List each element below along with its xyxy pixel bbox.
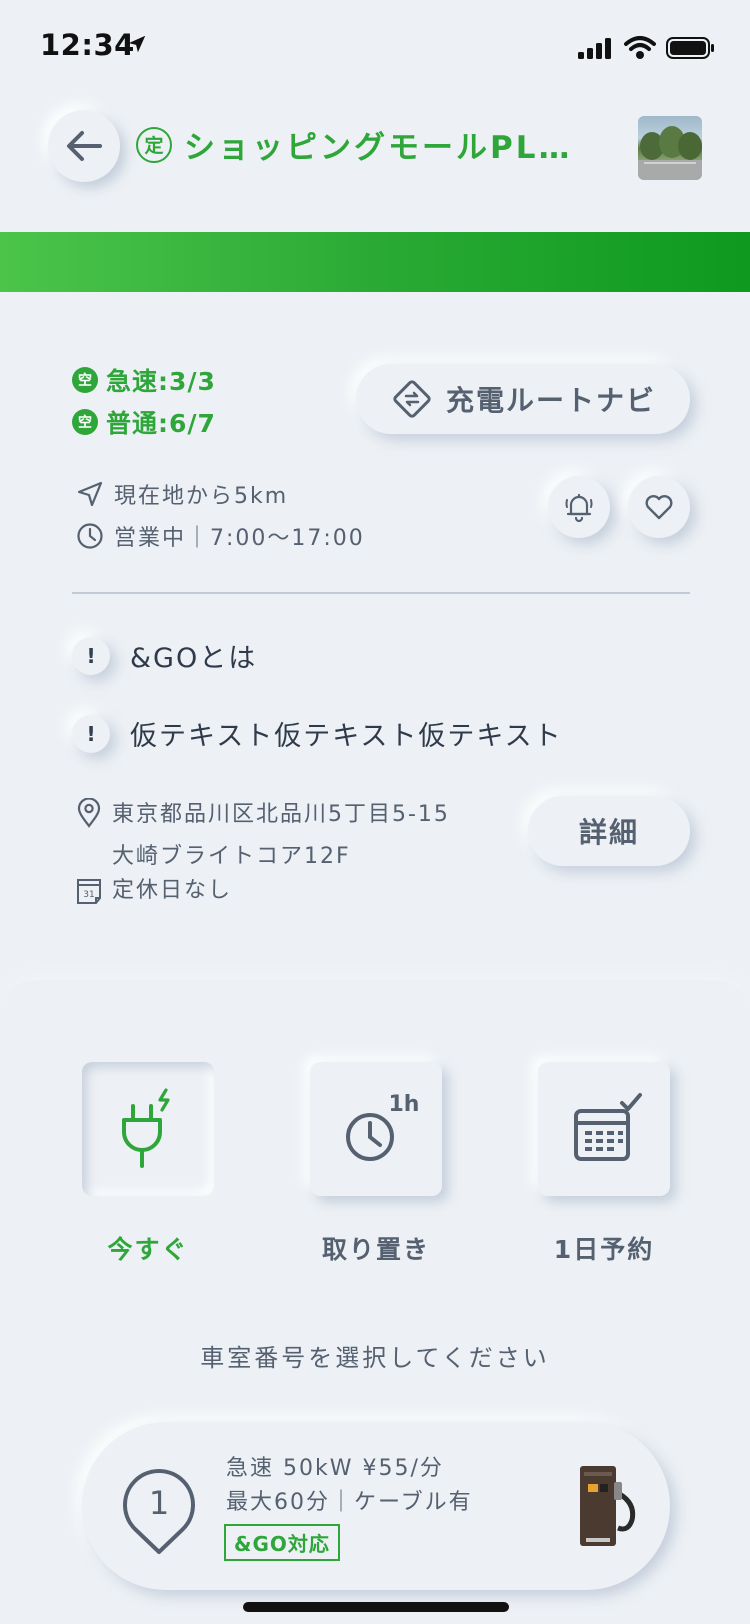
mode-hold-label: 取り置き — [321, 1235, 430, 1264]
distance-text: 現在地から5km — [114, 484, 289, 509]
address-block: 東京都品川区北品川5丁目5-15 大崎ブライトコア12F — [112, 794, 450, 878]
mode-day-reservation-button[interactable] — [538, 1062, 670, 1196]
status-time: 12:34 — [40, 28, 135, 62]
clock-1h-icon: 1h — [346, 1092, 420, 1161]
vacant-badge: 空 — [72, 409, 98, 435]
home-indicator — [243, 1602, 509, 1612]
info-exclamation-icon: ! — [72, 714, 110, 753]
wifi-icon — [624, 36, 656, 59]
status-indicators — [578, 36, 716, 60]
vacant-badge: 空 — [72, 367, 98, 393]
charger-spec-line-2: 最大60分｜ケーブル有 — [226, 1490, 473, 1515]
page-title: ショッピングモールPL… — [184, 130, 573, 166]
mode-hold-button[interactable]: 1h — [310, 1062, 442, 1196]
notice-text: 仮テキスト仮テキスト仮テキスト — [130, 721, 563, 752]
rapid-count: 急速:3/3 — [106, 367, 216, 396]
arrow-left-icon — [67, 131, 102, 161]
charger-image — [576, 1462, 640, 1556]
back-button[interactable] — [48, 110, 120, 182]
battery-icon — [666, 37, 714, 59]
map-pin-icon — [76, 797, 102, 832]
notice-about-andgo[interactable]: ! &GOとは — [72, 636, 257, 675]
notice-placeholder[interactable]: ! 仮テキスト仮テキスト仮テキスト — [72, 714, 563, 753]
regular-badge: 定 — [136, 126, 172, 163]
heart-icon — [645, 495, 673, 520]
notice-text: &GOとは — [130, 643, 258, 674]
header-accent-bar — [0, 232, 750, 292]
station-photo-thumbnail[interactable] — [638, 116, 702, 180]
normal-count: 普通:6/7 — [106, 409, 216, 438]
bell-icon — [565, 493, 593, 523]
location-arrow-icon — [126, 33, 148, 59]
normal-availability: 空 普通:6/7 — [72, 404, 216, 440]
mode-now-label: 今すぐ — [107, 1235, 189, 1264]
station-title: 定 ショッピングモールPL… — [136, 122, 572, 167]
signal-icon — [578, 38, 611, 59]
divider — [72, 592, 690, 594]
charging-route-navi-button[interactable]: 充電ルートナビ — [356, 364, 690, 434]
holiday-text: 定休日なし — [112, 878, 233, 903]
mode-now-button[interactable] — [82, 1062, 214, 1196]
svg-text:31: 31 — [83, 890, 94, 900]
calendar-check-icon — [574, 1093, 642, 1161]
clock-icon — [77, 523, 103, 549]
andgo-support-tag: &GO対応 — [224, 1524, 340, 1561]
hours-row: 営業中｜7:00～17:00 — [76, 520, 365, 552]
route-button-label: 充電ルートナビ — [445, 384, 656, 417]
route-icon — [393, 380, 431, 418]
notification-button[interactable] — [548, 476, 610, 538]
space-number-pin-icon: 1 — [116, 1458, 202, 1562]
hours-text: 営業中｜7:00～17:00 — [114, 526, 365, 551]
space-number: 1 — [149, 1484, 169, 1522]
navigation-icon — [77, 481, 103, 507]
info-exclamation-icon: ! — [72, 636, 110, 675]
plug-icon — [122, 1088, 170, 1168]
address-line-1: 東京都品川区北品川5丁目5-15 — [112, 802, 450, 827]
mode-day-label: 1日予約 — [553, 1235, 655, 1264]
calendar-icon: 31 — [74, 876, 104, 910]
detail-button[interactable]: 詳細 — [528, 796, 690, 866]
select-space-prompt: 車室番号を選択してください — [200, 1344, 550, 1372]
favorite-button[interactable] — [628, 476, 690, 538]
charger-spec-line-1: 急速 50kW ¥55/分 — [226, 1456, 444, 1481]
distance-row: 現在地から5km — [76, 478, 288, 510]
svg-text:1h: 1h — [389, 1092, 420, 1117]
rapid-availability: 空 急速:3/3 — [72, 362, 216, 398]
